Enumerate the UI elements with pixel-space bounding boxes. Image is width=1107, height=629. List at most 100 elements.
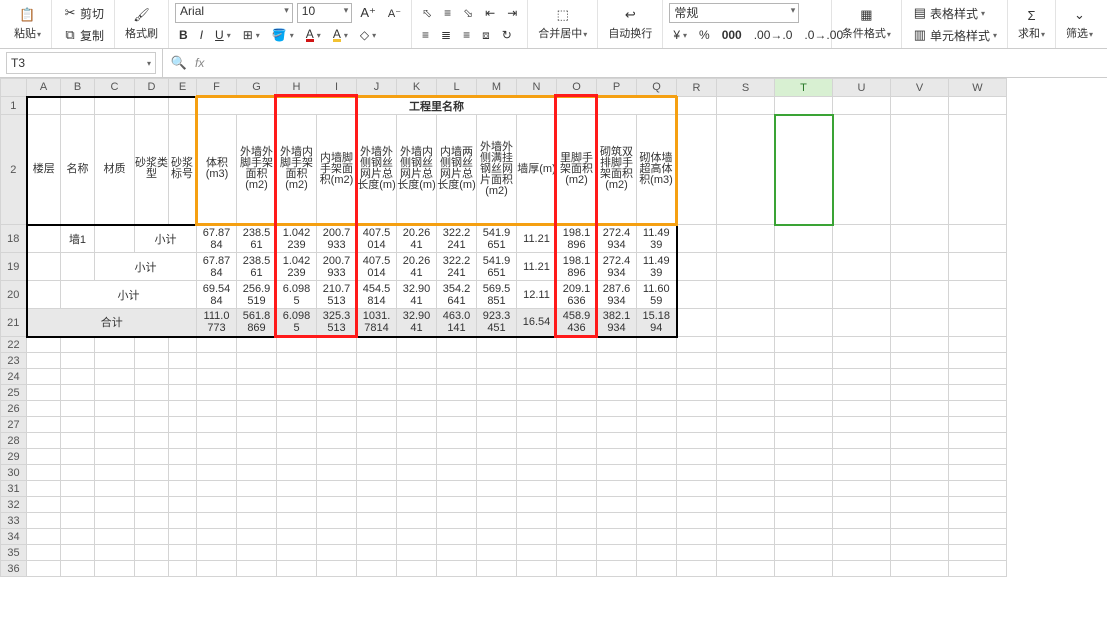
cell[interactable]: [61, 253, 95, 281]
cell[interactable]: [437, 369, 477, 385]
cell[interactable]: [135, 561, 169, 577]
col-header-T[interactable]: T: [775, 79, 833, 97]
cell[interactable]: [677, 309, 717, 337]
cell[interactable]: [397, 401, 437, 417]
cell[interactable]: [397, 369, 437, 385]
data-cell[interactable]: 20.2641: [397, 253, 437, 281]
cell[interactable]: [833, 465, 891, 481]
cell[interactable]: [27, 353, 61, 369]
data-cell[interactable]: 454.5814: [357, 281, 397, 309]
cell[interactable]: [597, 529, 637, 545]
cell[interactable]: [357, 337, 397, 353]
cell[interactable]: [135, 417, 169, 433]
data-cell[interactable]: 407.5014: [357, 225, 397, 253]
cell[interactable]: [135, 465, 169, 481]
cell[interactable]: [61, 545, 95, 561]
cell[interactable]: [357, 529, 397, 545]
col-header-L[interactable]: L: [437, 79, 477, 97]
cell[interactable]: [949, 497, 1007, 513]
cell[interactable]: [277, 337, 317, 353]
cell[interactable]: [357, 465, 397, 481]
cell[interactable]: [27, 513, 61, 529]
cell[interactable]: [637, 385, 677, 401]
cell[interactable]: [27, 281, 61, 309]
cell[interactable]: [95, 225, 135, 253]
data-cell[interactable]: 198.1896: [557, 225, 597, 253]
row-header-26[interactable]: 26: [1, 401, 27, 417]
row-header-23[interactable]: 23: [1, 353, 27, 369]
cell[interactable]: [637, 545, 677, 561]
cell[interactable]: [557, 561, 597, 577]
cell[interactable]: [517, 385, 557, 401]
fx-icon[interactable]: fx: [195, 56, 204, 70]
cell[interactable]: [277, 561, 317, 577]
data-cell[interactable]: 458.9436: [557, 309, 597, 337]
row-header-20[interactable]: 20: [1, 281, 27, 309]
cell[interactable]: [397, 417, 437, 433]
cell[interactable]: [949, 513, 1007, 529]
cell[interactable]: [891, 115, 949, 225]
cell[interactable]: [517, 417, 557, 433]
cell[interactable]: [437, 417, 477, 433]
data-cell[interactable]: 32.9041: [397, 281, 437, 309]
subtotal-label[interactable]: 小计: [135, 225, 197, 253]
data-cell[interactable]: 210.7513: [317, 281, 357, 309]
cell[interactable]: [357, 369, 397, 385]
header-N[interactable]: 墙厚(m): [517, 115, 557, 225]
cell[interactable]: [833, 481, 891, 497]
title-cell[interactable]: 工程里名称: [197, 97, 677, 115]
cell[interactable]: [397, 561, 437, 577]
cell[interactable]: [557, 433, 597, 449]
row-header-19[interactable]: 19: [1, 253, 27, 281]
cell[interactable]: [61, 513, 95, 529]
cell[interactable]: [637, 369, 677, 385]
cell[interactable]: [61, 497, 95, 513]
cell[interactable]: [597, 481, 637, 497]
cell[interactable]: [833, 253, 891, 281]
cell[interactable]: [169, 497, 197, 513]
fill-color-button[interactable]: 🪣▾: [268, 26, 298, 44]
cell[interactable]: [437, 465, 477, 481]
cell[interactable]: [949, 433, 1007, 449]
cell[interactable]: [135, 97, 169, 115]
col-header-R[interactable]: R: [677, 79, 717, 97]
cell[interactable]: [27, 401, 61, 417]
cell[interactable]: [775, 253, 833, 281]
data-cell[interactable]: 541.9651: [477, 225, 517, 253]
cell[interactable]: [517, 353, 557, 369]
cell[interactable]: [557, 417, 597, 433]
cell[interactable]: [277, 545, 317, 561]
cell[interactable]: [949, 369, 1007, 385]
header-Q[interactable]: 砌体墙超高体积(m3): [637, 115, 677, 225]
cell[interactable]: [95, 401, 135, 417]
cell[interactable]: [169, 337, 197, 353]
cell[interactable]: [833, 545, 891, 561]
spreadsheet-grid[interactable]: ABCDEFGHIJKLMNOPQRSTUVW1工程里名称2楼层名称材质砂浆类型…: [0, 78, 1107, 629]
cell[interactable]: [135, 353, 169, 369]
merge-center-button[interactable]: ⬚ 合并居中▾: [534, 2, 591, 46]
cell[interactable]: [317, 385, 357, 401]
cell[interactable]: [95, 385, 135, 401]
data-cell[interactable]: 1031.7814: [357, 309, 397, 337]
cell[interactable]: [517, 369, 557, 385]
cell[interactable]: [775, 353, 833, 369]
cell[interactable]: [637, 561, 677, 577]
cell[interactable]: [717, 385, 775, 401]
cell[interactable]: [775, 417, 833, 433]
cell[interactable]: [169, 449, 197, 465]
cell[interactable]: [677, 497, 717, 513]
cell[interactable]: [597, 545, 637, 561]
cell[interactable]: [717, 417, 775, 433]
cell[interactable]: [833, 385, 891, 401]
cell[interactable]: [61, 369, 95, 385]
cell[interactable]: [61, 529, 95, 545]
cell[interactable]: [237, 465, 277, 481]
cell[interactable]: [397, 481, 437, 497]
cell[interactable]: [949, 337, 1007, 353]
cell[interactable]: [891, 529, 949, 545]
cell[interactable]: [277, 513, 317, 529]
row-header-34[interactable]: 34: [1, 529, 27, 545]
cell[interactable]: [95, 545, 135, 561]
row-header-29[interactable]: 29: [1, 449, 27, 465]
cell[interactable]: [277, 529, 317, 545]
